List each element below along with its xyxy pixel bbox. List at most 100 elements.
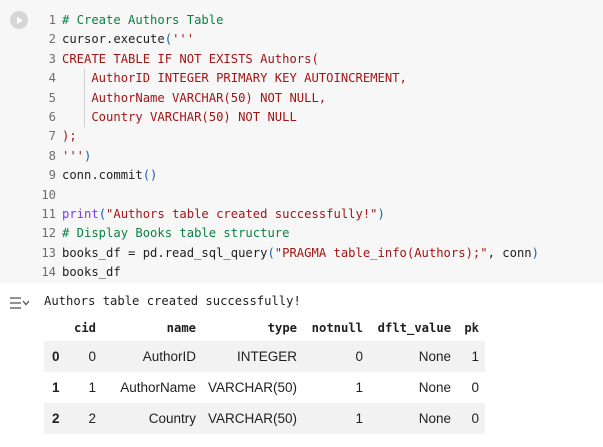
table-cell: 1 [471, 349, 480, 364]
column-header: type [267, 320, 298, 335]
code-text: books_df [62, 263, 121, 282]
code-token: ( [267, 245, 275, 260]
table-cell: INTEGER [237, 349, 298, 364]
code-token: AuthorName VARCHAR(50) NOT NULL, [62, 90, 327, 105]
table-cell: 2 [88, 411, 97, 426]
column-header: name [166, 320, 197, 335]
line-number: 13 [41, 245, 56, 260]
code-line[interactable]: 12 # Display Books table structure [0, 224, 539, 243]
code-text: cursor.execute(''' [62, 30, 194, 49]
table-row: 0 0 AuthorID INTEGER 0 None 1 [44, 341, 486, 372]
code-line[interactable]: 3 CREATE TABLE IF NOT EXISTS Authors( [0, 50, 539, 69]
code-token: conn.commit [62, 168, 143, 183]
line-number: 14 [41, 265, 56, 280]
code-line[interactable]: 13 books_df = pd.read_sql_query("PRAGMA t… [0, 244, 539, 263]
column-header: dflt_value [377, 320, 452, 335]
code-line[interactable]: 2 cursor.execute(''' [0, 30, 539, 49]
code-token: books_df [62, 265, 121, 280]
table-cell: None [418, 411, 452, 426]
code-line[interactable]: 1 # Create Authors Table [0, 11, 539, 30]
code-text: conn.commit() [62, 166, 157, 185]
table-cell: 1 [355, 411, 364, 426]
output-menu-icon[interactable] [9, 295, 30, 316]
code-token: ) [377, 206, 385, 221]
table-cell: 0 [88, 349, 97, 364]
code-line[interactable]: 14 books_df [0, 263, 539, 282]
code-line[interactable]: 8 ''') [0, 147, 539, 166]
code-token: CREATE TABLE IF NOT EXISTS Authors( [62, 51, 319, 66]
code-token: ''' [172, 32, 195, 47]
row-index: 0 [52, 349, 60, 364]
line-number: 11 [41, 206, 56, 221]
code-token: , conn [487, 245, 532, 260]
code-token: # Display Books table structure [62, 226, 290, 241]
code-token: ( [164, 32, 173, 47]
code-text: CREATE TABLE IF NOT EXISTS Authors( [62, 50, 319, 69]
code-cell[interactable]: 1 # Create Authors Table 2 cursor.execute('… [0, 0, 603, 283]
code-line[interactable]: 9 conn.commit() [0, 166, 539, 185]
column-header: cid [74, 320, 97, 335]
row-index: 1 [52, 380, 60, 395]
indent-guide [84, 69, 85, 89]
code-text: # Display Books table structure [62, 224, 289, 243]
code-token: books_df = pd.read_sql_query [62, 245, 268, 260]
table-row: 2 2 Country VARCHAR(50) 1 None 0 [44, 403, 486, 434]
code-line[interactable]: 11 print("Authors table created successfu… [0, 205, 539, 224]
code-token: "Authors table created successfully!" [106, 206, 378, 221]
code-text: print("Authors table created successfull… [62, 205, 385, 224]
code-text: ); [62, 127, 77, 146]
code-token: cursor.execute [62, 32, 165, 47]
table-cell: 0 [471, 411, 480, 426]
line-number: 10 [41, 187, 56, 202]
row-index: 2 [52, 411, 60, 426]
code-editor[interactable]: 1 # Create Authors Table 2 cursor.execute('… [0, 11, 539, 282]
code-text: AuthorID INTEGER PRIMARY KEY AUTOINCREME… [62, 69, 407, 88]
code-token: ( [98, 206, 107, 221]
line-number: 8 [48, 148, 56, 163]
code-token: () [142, 168, 158, 183]
table-cell: None [418, 380, 452, 395]
code-line[interactable]: 6 Country VARCHAR(50) NOT NULL [0, 107, 539, 128]
code-text: books_df = pd.read_sql_query("PRAGMA tab… [62, 244, 539, 263]
code-token: ) [531, 245, 539, 260]
code-token: ''' [62, 148, 85, 163]
dataframe-table: cid name type notnull dflt_value pk 0 0 AuthorI… [44, 314, 486, 434]
line-number: 6 [48, 109, 56, 124]
table-cell: AuthorID [142, 349, 197, 364]
line-number: 5 [48, 90, 56, 105]
line-number: 2 [48, 32, 56, 47]
line-number: 1 [48, 13, 56, 27]
code-token: "PRAGMA table_info(Authors);" [274, 245, 488, 260]
code-token: # Create Authors Table [62, 13, 224, 27]
code-line[interactable]: 4 AuthorID INTEGER PRIMARY KEY AUTOINCRE… [0, 69, 539, 89]
code-line[interactable]: 5 AuthorName VARCHAR(50) NOT NULL, [0, 88, 539, 108]
code-token: Country VARCHAR(50) NOT NULL [62, 109, 297, 124]
stdout-text: Authors table created successfully! [44, 294, 301, 308]
code-text: # Create Authors Table [62, 11, 223, 30]
code-line[interactable]: 10 [0, 186, 539, 205]
table-cell: 0 [355, 349, 364, 364]
table-cell: None [418, 349, 452, 364]
code-text: Country VARCHAR(50) NOT NULL [62, 108, 297, 127]
table-cell: Country [148, 411, 197, 426]
table-row: 1 1 AuthorName VARCHAR(50) 1 None 0 [44, 372, 486, 403]
column-header: notnull [311, 320, 364, 335]
table-cell: AuthorName [120, 380, 197, 395]
line-number: 12 [41, 226, 56, 241]
code-text: ''') [62, 147, 91, 166]
table-body: 0 0 AuthorID INTEGER 0 None 1 1 1 AuthorName VARCH… [44, 341, 486, 434]
indent-guide [84, 107, 85, 128]
table-cell: VARCHAR(50) [208, 411, 298, 426]
code-token: ) [84, 148, 92, 163]
line-number: 3 [48, 51, 56, 66]
output-toggle-icon [10, 297, 30, 309]
column-header [44, 314, 68, 341]
table-cell: VARCHAR(50) [208, 380, 298, 395]
line-number: 9 [48, 168, 56, 183]
code-line[interactable]: 7); [0, 127, 539, 146]
table-cell: 1 [88, 380, 97, 395]
table-cell: 1 [355, 380, 364, 395]
code-token: ); [62, 129, 77, 144]
table-cell: 0 [471, 380, 480, 395]
line-number: 4 [48, 71, 56, 86]
